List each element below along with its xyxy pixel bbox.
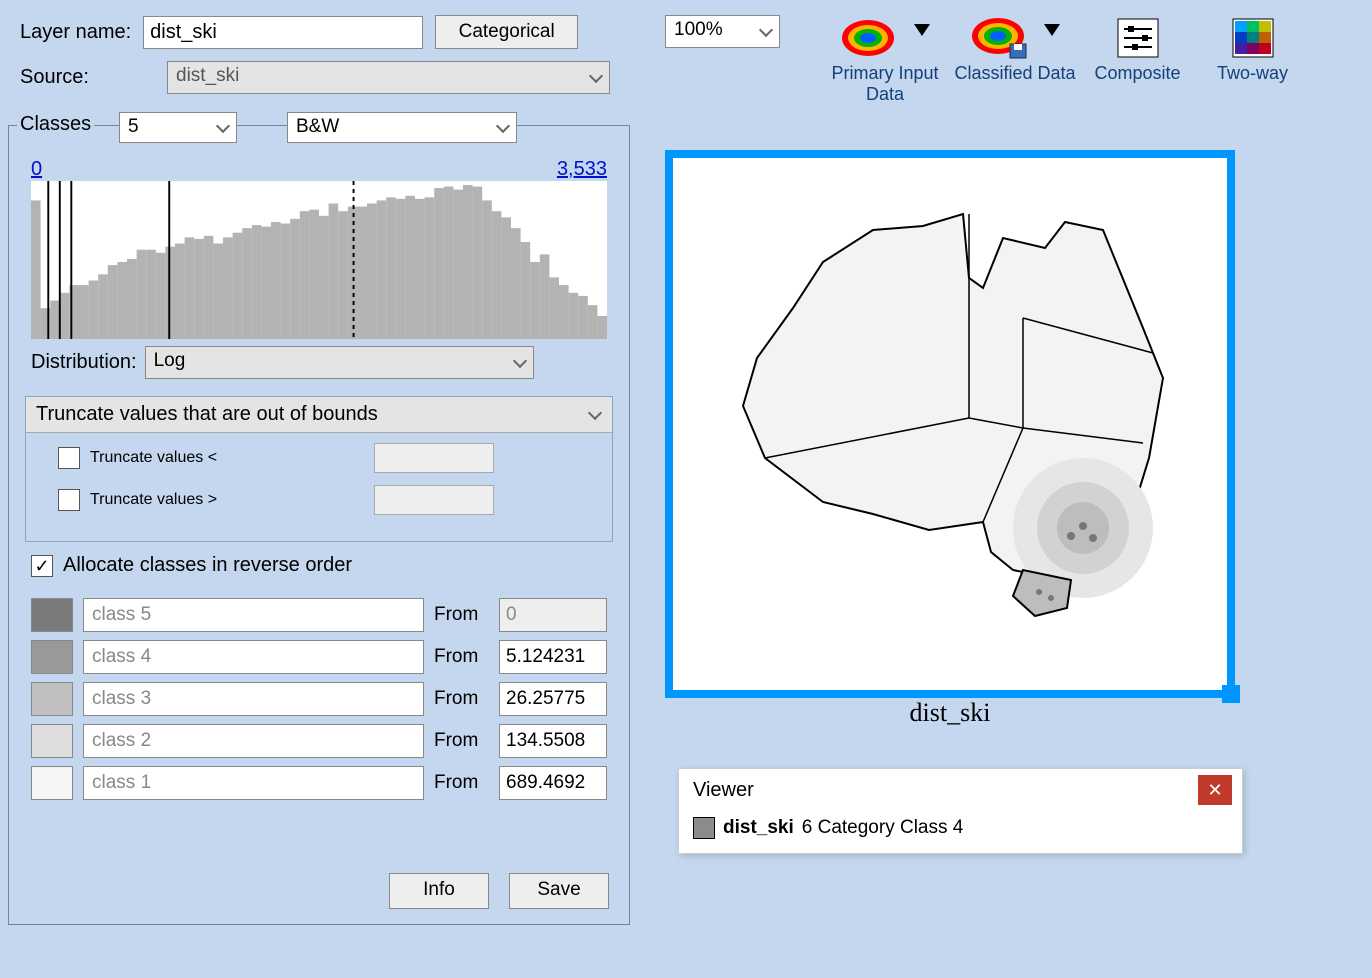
composite-button[interactable]: Composite <box>1080 15 1195 84</box>
classified-label: Classified Data <box>954 63 1075 84</box>
resize-handle[interactable] <box>1222 685 1240 703</box>
range-min-link[interactable]: 0 <box>31 158 42 181</box>
two-way-label: Two-way <box>1217 63 1288 84</box>
truncate-gt-checkbox[interactable] <box>58 489 80 511</box>
info-button[interactable]: Info <box>389 873 489 909</box>
viewer-layer: dist_ski <box>723 817 794 839</box>
rainbow-map-save-icon <box>970 16 1040 60</box>
class-swatch[interactable] <box>31 598 73 632</box>
viewer-title: Viewer <box>693 779 754 802</box>
range-max-link[interactable]: 3,533 <box>557 158 607 181</box>
sliders-icon <box>1116 17 1160 59</box>
classified-data-button[interactable]: Classified Data <box>950 15 1080 84</box>
viewer-panel: Viewer ✕ dist_ski 6 Category Class 4 <box>678 768 1243 854</box>
dropdown-icon <box>914 24 930 36</box>
class-name-input[interactable] <box>83 640 424 674</box>
class-swatch[interactable] <box>31 766 73 800</box>
close-icon: ✕ <box>1207 780 1222 801</box>
class-from-input <box>499 598 607 632</box>
class-name-input[interactable] <box>83 724 424 758</box>
class-name-input[interactable] <box>83 766 424 800</box>
allocate-reverse-label: Allocate classes in reverse order <box>63 554 352 577</box>
truncate-lt-input[interactable] <box>374 443 494 473</box>
class-swatch[interactable] <box>31 640 73 674</box>
source-select[interactable]: dist_ski <box>167 61 610 94</box>
histogram[interactable] <box>31 181 607 339</box>
class-from-input[interactable] <box>499 682 607 716</box>
rainbow-map-icon <box>840 16 910 60</box>
distribution-select[interactable]: Log <box>145 346 534 379</box>
truncate-header[interactable]: Truncate values that are out of bounds <box>26 397 612 433</box>
distribution-label: Distribution: <box>31 351 137 374</box>
classes-panel: Classes 5 B&W 0 3,533 Distribution: Log … <box>8 125 630 925</box>
zoom-select[interactable]: 100% <box>665 15 780 48</box>
class-count-select[interactable]: 5 <box>119 112 237 143</box>
from-label: From <box>434 688 489 710</box>
class-swatch[interactable] <box>31 724 73 758</box>
two-way-button[interactable]: Two-way <box>1195 15 1310 84</box>
class-row: From <box>31 766 607 800</box>
viewer-close-button[interactable]: ✕ <box>1198 775 1232 805</box>
from-label: From <box>434 730 489 752</box>
color-grid-icon <box>1231 17 1275 59</box>
categorical-button[interactable]: Categorical <box>435 15 578 49</box>
save-button[interactable]: Save <box>509 873 609 909</box>
class-row: From <box>31 598 607 632</box>
from-label: From <box>434 604 489 626</box>
primary-input-label: Primary Input Data <box>820 63 950 104</box>
from-label: From <box>434 772 489 794</box>
class-row: From <box>31 682 607 716</box>
allocate-reverse-checkbox[interactable] <box>31 555 53 577</box>
source-label: Source: <box>20 66 155 89</box>
truncate-lt-checkbox[interactable] <box>58 447 80 469</box>
dropdown-icon <box>1044 24 1060 36</box>
australia-map-icon <box>673 158 1227 690</box>
color-style-select[interactable]: B&W <box>287 112 517 143</box>
layer-name-input[interactable] <box>143 16 423 49</box>
class-swatch[interactable] <box>31 682 73 716</box>
truncate-lt-label: Truncate values < <box>90 449 217 467</box>
map-caption: dist_ski <box>665 698 1235 728</box>
viewer-extra: 6 Category Class 4 <box>802 817 964 839</box>
primary-input-data-button[interactable]: Primary Input Data <box>820 15 950 104</box>
truncate-gt-label: Truncate values > <box>90 491 217 509</box>
classes-legend: Classes <box>17 113 94 136</box>
map-frame[interactable] <box>665 150 1235 698</box>
class-row: From <box>31 724 607 758</box>
map-area: dist_ski <box>665 150 1235 728</box>
class-row: From <box>31 640 607 674</box>
truncate-group: Truncate values that are out of bounds T… <box>25 396 613 542</box>
class-from-input[interactable] <box>499 724 607 758</box>
class-from-input[interactable] <box>499 640 607 674</box>
class-name-input[interactable] <box>83 682 424 716</box>
layer-name-label: Layer name: <box>20 21 131 44</box>
from-label: From <box>434 646 489 668</box>
truncate-gt-input[interactable] <box>374 485 494 515</box>
viewer-swatch <box>693 817 715 839</box>
class-name-input[interactable] <box>83 598 424 632</box>
composite-label: Composite <box>1094 63 1180 84</box>
class-from-input[interactable] <box>499 766 607 800</box>
